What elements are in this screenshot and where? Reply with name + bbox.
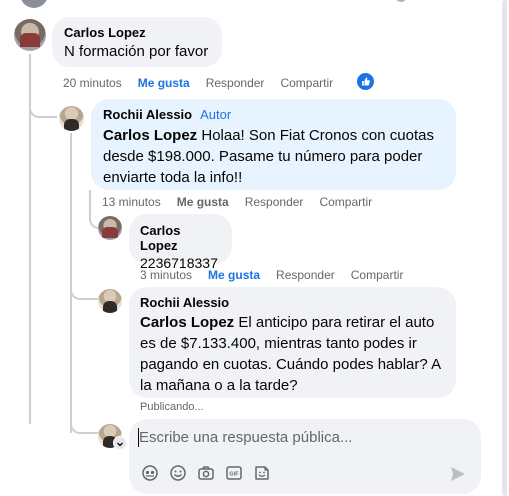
share-button[interactable]: Compartir: [280, 76, 333, 90]
publishing-status: Publicando...: [140, 401, 220, 413]
like-button[interactable]: Me gusta: [208, 268, 260, 282]
author-badge: Autor: [200, 107, 232, 122]
camera-icon[interactable]: [197, 464, 215, 482]
thread-curve-3: [70, 280, 98, 300]
avatar-rochii-2[interactable]: [98, 289, 122, 313]
chevron-down-icon[interactable]: [113, 436, 127, 450]
comment-actions-2: 13 minutos Me gusta Responder Compartir: [102, 195, 388, 209]
thread-curve-1: [29, 100, 57, 118]
comment-text: N formación por favor: [64, 43, 209, 60]
reply-text-line3: enviarte toda la info!!: [103, 169, 243, 186]
reply-text-line1: Holaa! Son Fiat Cronos con cuotas: [197, 127, 434, 144]
mention-link[interactable]: Carlos Lopez: [140, 314, 234, 331]
sticker-face-icon[interactable]: [253, 464, 271, 482]
comment-bubble-2: Rochii Alessio Autor Carlos Lopez Holaa! …: [91, 99, 456, 190]
gif-icon[interactable]: GIF: [225, 464, 243, 482]
avatar-rochii-2-figure: [103, 301, 117, 313]
reply3-author[interactable]: Rochii Alessio: [140, 295, 445, 310]
reply-author: Rochii Alessio Autor: [103, 107, 444, 122]
sticker-icon[interactable]: [141, 464, 159, 482]
avatar-carlos-2[interactable]: [98, 216, 122, 240]
reply-button[interactable]: Responder: [276, 268, 335, 282]
comment-time[interactable]: 20 minutos: [63, 76, 122, 90]
thread-line-3: [89, 190, 91, 212]
comment-actions-1: 20 minutos Me gusta Responder Compartir: [63, 76, 349, 90]
avatar-carlos-2-figure: [102, 227, 118, 238]
comment-bubble-1: Carlos Lopez N formación por favor: [52, 17, 222, 67]
mention-link[interactable]: Carlos Lopez: [103, 127, 197, 144]
comment-time[interactable]: 13 minutos: [102, 195, 161, 209]
like-button[interactable]: Me gusta: [177, 195, 229, 209]
reply3-text: Carlos Lopez El anticipo para retirar el…: [140, 312, 445, 396]
top-partial-actions: [395, 0, 423, 2]
avatar-carlos-figure: [20, 33, 40, 47]
share-button[interactable]: Compartir: [351, 268, 404, 282]
top-partial-fragment: [395, 0, 407, 2]
svg-text:GIF: GIF: [229, 472, 239, 478]
thread-curve-4: [70, 412, 98, 434]
like-button[interactable]: Me gusta: [138, 76, 190, 90]
reply3-text-line3: pagando en cuotas. Cuándo podes hablar? …: [140, 356, 442, 373]
comment-author[interactable]: Carlos Lopez: [64, 25, 210, 40]
comment-bubble-4: Rochii Alessio Carlos Lopez El anticipo …: [129, 287, 456, 398]
reply-author-name[interactable]: Rochii Alessio: [103, 107, 192, 122]
scrollbar-thumb[interactable]: [502, 0, 507, 496]
reply-input[interactable]: Escribe una respuesta pública...: [139, 429, 352, 446]
scrollbar-track[interactable]: [500, 0, 509, 496]
reply-text: Carlos Lopez Holaa! Son Fiat Cronos con …: [103, 125, 444, 188]
reply3-text-line2: es de $7.133.400, mientras tanto podes i…: [140, 335, 417, 352]
comment-time[interactable]: 3 minutos: [140, 268, 192, 282]
comment-actions-3: 3 minutos Me gusta Responder Compartir: [140, 268, 419, 282]
like-reaction-icon[interactable]: [357, 73, 374, 90]
reply-button[interactable]: Responder: [245, 195, 304, 209]
reply2-author[interactable]: Carlos Lopez: [140, 223, 221, 253]
avatar-rochii-figure: [64, 119, 79, 131]
emoji-icon[interactable]: [169, 464, 187, 482]
comment-bubble-3: Carlos Lopez 2236718337: [129, 214, 232, 271]
avatar-top-partial[interactable]: [20, 0, 48, 8]
send-icon[interactable]: [449, 465, 467, 483]
avatar-rochii-1[interactable]: [59, 106, 84, 131]
reply3-text-line1: El anticipo para retirar el auto: [234, 314, 435, 331]
reply-text-line2: desde $198.000. Pasame tu número para po…: [103, 148, 423, 165]
avatar-carlos[interactable]: [14, 19, 46, 51]
publishing-label: Publicando...: [140, 401, 204, 413]
reply-input-box[interactable]: Escribe una respuesta pública... GIF: [129, 419, 481, 494]
reply3-text-line4: la mañana o a la tarde?: [140, 377, 298, 394]
share-button[interactable]: Compartir: [319, 195, 372, 209]
reply-button[interactable]: Responder: [206, 76, 265, 90]
